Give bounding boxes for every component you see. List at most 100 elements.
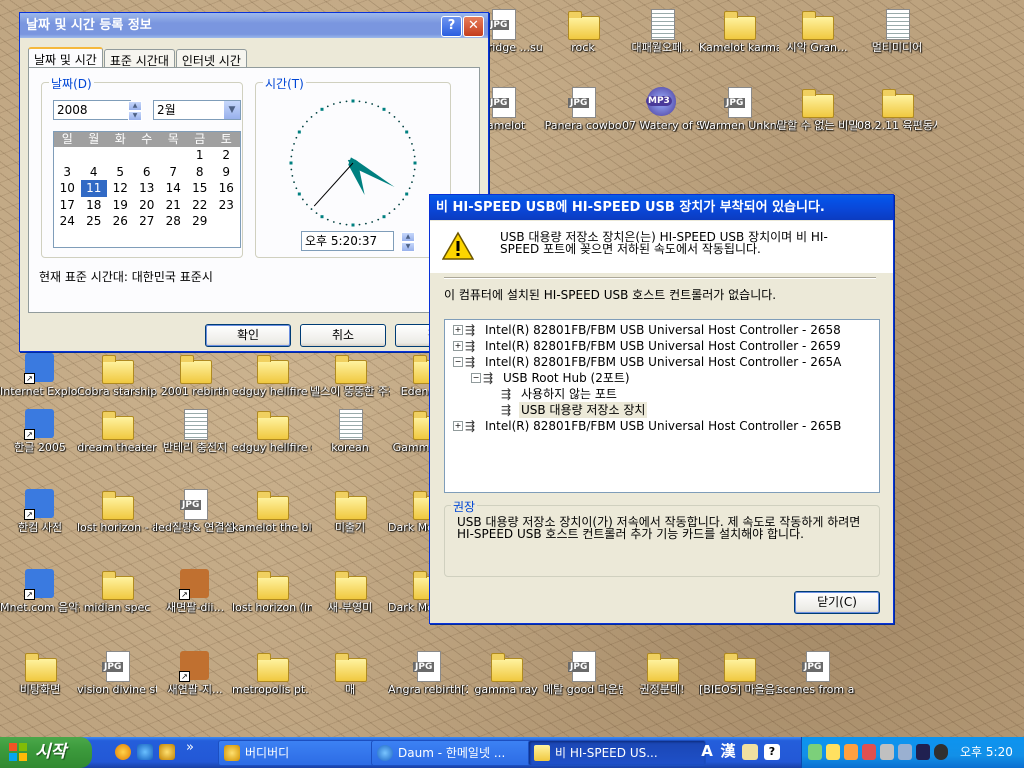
calendar-day[interactable]: 25 [81, 213, 108, 230]
desktop-icon[interactable]: MP3 07 Watery of Salieri [622, 86, 702, 152]
calendar-day[interactable]: 24 [54, 213, 81, 230]
calendar-day[interactable]: 4 [81, 164, 108, 181]
close-button[interactable]: ✕ [463, 16, 484, 37]
time-spinner[interactable]: ▲ ▼ [401, 232, 415, 252]
year-field[interactable]: 2008 [53, 100, 131, 120]
desktop-icon[interactable]: 말할 수 없는 비밀 Secr... [777, 86, 857, 152]
desktop-icon[interactable]: 새-부영미 [310, 568, 390, 634]
calendar-day[interactable]: 19 [107, 197, 134, 214]
desktop-icon[interactable]: ↗ 한글 2005 [0, 408, 80, 474]
desktop-icon[interactable]: 시악 Gran... [777, 8, 857, 74]
ok-button[interactable]: 확인 [205, 324, 291, 347]
tray-network-icon[interactable] [808, 744, 822, 760]
close-dialog-button[interactable]: 닫기(C) [794, 591, 880, 614]
calendar-day[interactable]: 21 [160, 197, 187, 214]
desktop-icon[interactable]: 비탕화면 [0, 650, 80, 716]
ime-help-icon[interactable]: ? [764, 744, 780, 760]
calendar-day[interactable]: 1 [187, 147, 214, 164]
tray-usb-icon[interactable] [880, 744, 894, 760]
spin-up-icon[interactable]: ▲ [401, 232, 415, 242]
ime-language-icon[interactable]: A [698, 742, 716, 761]
desktop-icon[interactable]: lost horizon (instrumen... [232, 568, 312, 634]
tray-display-icon[interactable] [916, 744, 930, 760]
desktop-icon[interactable]: lost horizon - a flame... [77, 488, 157, 554]
expand-icon[interactable]: + [453, 421, 463, 431]
tray-security-icon[interactable] [862, 744, 876, 760]
tray-warning-icon[interactable] [826, 744, 840, 760]
media-player-icon[interactable] [159, 744, 175, 760]
help-button[interactable]: ? [441, 16, 462, 37]
month-select[interactable]: 2월 ▼ [153, 100, 241, 120]
calendar-day[interactable]: 12 [107, 180, 134, 197]
tree-node[interactable]: + ⇶ Intel(R) 82801FB/FBM USB Universal Hos… [445, 338, 875, 354]
collapse-icon[interactable]: − [453, 357, 463, 367]
desktop-icon[interactable]: ↗ 새연팔-지... [155, 650, 235, 716]
calendar-day[interactable]: 27 [134, 213, 161, 230]
desktop-icon[interactable]: ↗ 한컴 사전 [0, 488, 80, 554]
taskbar-item-usb-dialog[interactable]: 비 HI-SPEED US... [528, 740, 706, 766]
desktop-icon[interactable]: edguy hellfire club [232, 408, 312, 474]
desktop-icon[interactable]: JPG 메탈 good 다운받기 [543, 650, 623, 716]
quicklaunch-more[interactable]: » [186, 740, 194, 755]
tree-node[interactable]: + ⇶ Intel(R) 82801FB/FBM USB Universal Hos… [445, 322, 875, 338]
calendar-day[interactable]: 7 [160, 164, 187, 181]
expand-icon[interactable]: + [453, 325, 463, 335]
tree-node[interactable]: + ⇶ Intel(R) 82801FB/FBM USB Universal Hos… [445, 418, 875, 434]
calendar-day[interactable]: 23 [213, 197, 240, 214]
calendar-day[interactable]: 28 [160, 213, 187, 230]
calendar-day[interactable]: 14 [160, 180, 187, 197]
messenger-icon[interactable] [115, 744, 131, 760]
calendar-day[interactable]: 10 [54, 180, 81, 197]
desktop-icon[interactable]: 반테리 충전지 [155, 408, 235, 474]
desktop-icon[interactable]: 미출기 [310, 488, 390, 554]
desktop-icon[interactable]: gamma ray [466, 650, 546, 716]
taskbar-item-daum[interactable]: Daum - 한메일넷 ... [371, 740, 549, 766]
desktop-icon[interactable]: dream theater [77, 408, 157, 474]
calendar-day[interactable]: 11 [80, 180, 107, 197]
desktop-icon[interactable]: 멀티미디어 [857, 8, 937, 74]
tree-node[interactable]: ⇶ 사용하지 않는 포트 [445, 386, 875, 402]
desktop-icon[interactable]: 08.2.11 육편동사소 [857, 86, 937, 152]
tree-node[interactable]: ⇶ USB 대용량 저장소 장치 [445, 402, 875, 418]
desktop-icon[interactable]: ↗ Mnet.com 음악감상 [0, 568, 80, 634]
tree-node[interactable]: − ⇶ USB Root Hub (2포트) [445, 370, 875, 386]
year-spinner[interactable]: ▲ ▼ [128, 101, 142, 121]
clock[interactable]: 오후 5:20 [960, 737, 1013, 768]
start-button[interactable]: 시작 [0, 737, 92, 768]
desktop-icon[interactable]: Kamelot karma [699, 8, 779, 74]
calendar-day[interactable]: 8 [187, 164, 214, 181]
desktop-icon[interactable]: 대패월오페... [622, 8, 702, 74]
calendar[interactable]: 일 월 화 수 목 금 토 1 2 3 4 5 6 7 8 9 10 11 12 13 14 15 16 17 18 19 20 21… [53, 131, 241, 248]
desktop-icon[interactable]: JPG led질량& 연결설명 [155, 488, 235, 554]
desktop-icon[interactable]: [BIEOS] 마을음교면... [699, 650, 779, 716]
desktop-icon[interactable]: JPG Angra rebirth[2001] [388, 650, 468, 716]
desktop-icon[interactable]: midian spec [77, 568, 157, 634]
calendar-day[interactable]: 16 [213, 180, 240, 197]
ime-tool-icon[interactable] [742, 744, 758, 760]
desktop-icon[interactable]: metropolis pt. 2 sce... [232, 650, 312, 716]
cancel-button[interactable]: 취소 [300, 324, 386, 347]
time-field[interactable]: 오후 5:20:37 [301, 231, 394, 251]
calendar-day[interactable]: 29 [187, 213, 214, 230]
desktop-icon[interactable]: korean [310, 408, 390, 474]
tree-node[interactable]: − ⇶ Intel(R) 82801FB/FBM USB Universal Hos… [445, 354, 875, 370]
desktop-icon[interactable]: JPG vision divine stream o... [77, 650, 157, 716]
calendar-day[interactable]: 26 [107, 213, 134, 230]
calendar-day[interactable]: 22 [187, 197, 214, 214]
desktop-icon[interactable]: kamelot the bla... [232, 488, 312, 554]
calendar-day[interactable]: 6 [134, 164, 161, 181]
tray-volume-icon[interactable] [898, 744, 912, 760]
internet-explorer-icon[interactable] [137, 744, 153, 760]
tray-messenger-icon[interactable] [844, 744, 858, 760]
calendar-day[interactable]: 18 [81, 197, 108, 214]
chevron-down-icon[interactable]: ▼ [224, 101, 240, 119]
ime-hanja-icon[interactable]: 漢 [719, 742, 737, 761]
spin-down-icon[interactable]: ▼ [401, 242, 415, 252]
usb-tree[interactable]: + ⇶ Intel(R) 82801FB/FBM USB Universal Hos… [444, 319, 880, 493]
spin-down-icon[interactable]: ▼ [128, 111, 142, 121]
calendar-day[interactable]: 17 [54, 197, 81, 214]
calendar-day[interactable]: 9 [213, 164, 240, 181]
calendar-day[interactable]: 20 [134, 197, 161, 214]
spin-up-icon[interactable]: ▲ [128, 101, 142, 111]
desktop-icon[interactable]: 권정분데! [622, 650, 702, 716]
